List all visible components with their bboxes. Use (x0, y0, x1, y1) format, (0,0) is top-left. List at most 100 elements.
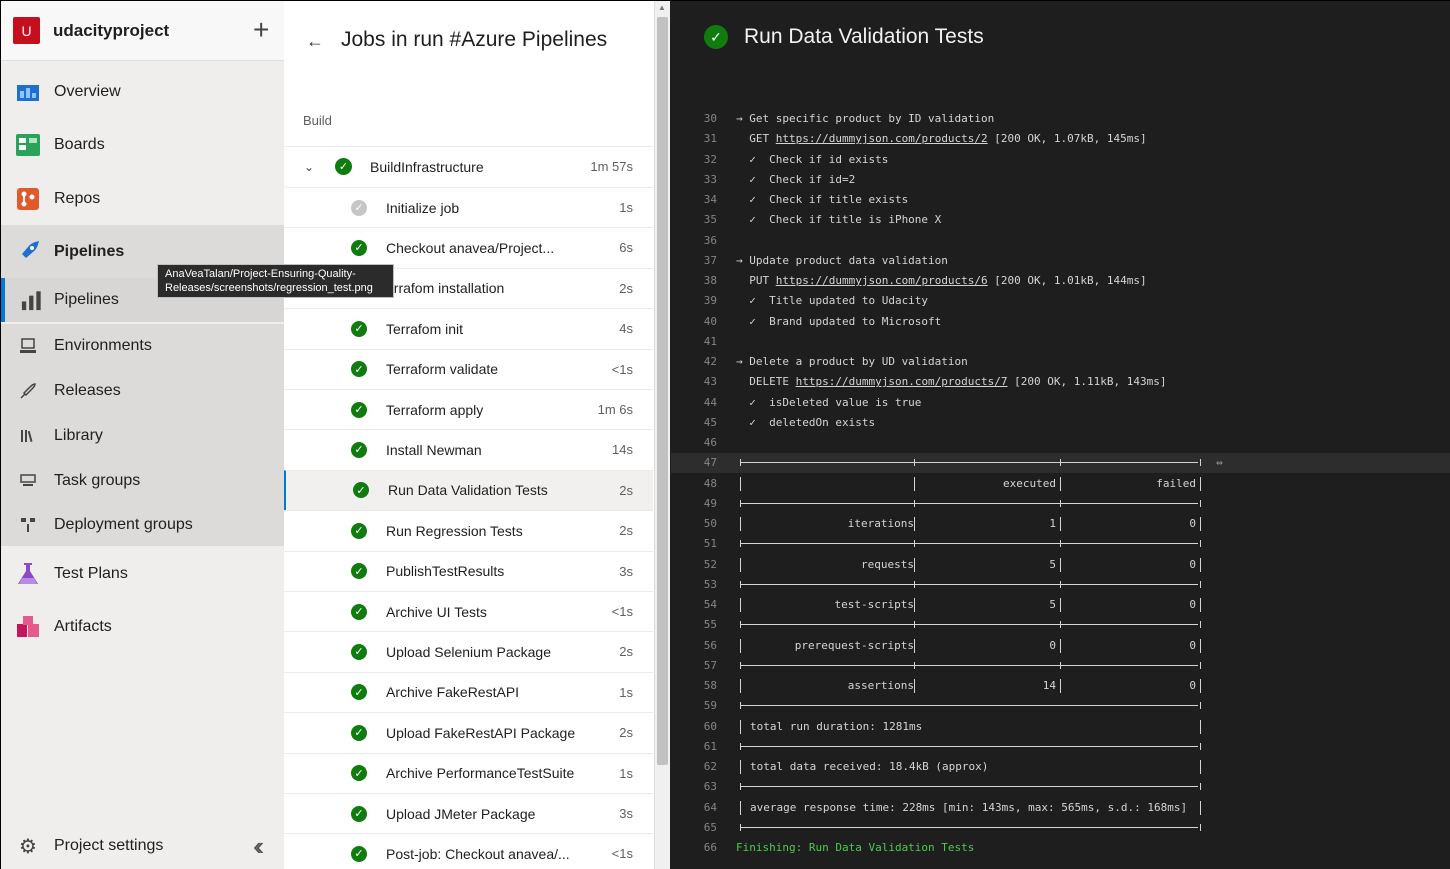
job-parent-row[interactable]: ⌄ ✓ BuildInfrastructure 1m 57s (284, 146, 653, 186)
org-avatar[interactable]: U (13, 17, 40, 44)
job-row[interactable]: ✓ PublishTestResults 3s (284, 550, 653, 591)
line-number: 45 (703, 415, 717, 429)
nav-repos-label: Repos (54, 190, 101, 207)
log-line: 42 → Delete a product by UD validation (671, 352, 1450, 372)
log-line: 43 DELETE https://dummyjson.com/products… (671, 372, 1450, 392)
boards-icon (16, 134, 40, 156)
nav-deployment-groups[interactable]: Deployment groups (1, 503, 285, 546)
jobs-title: Jobs in run #Azure Pipelines (341, 28, 608, 51)
table-rule (736, 494, 1202, 514)
request-url-link[interactable]: https://dummyjson.com/products/2 (776, 132, 988, 145)
line-number: 61 (703, 739, 717, 753)
rule-tick (740, 499, 741, 507)
table-rule (736, 453, 1202, 473)
success-check-icon: ✓ (351, 765, 367, 782)
log-text: GET https://dummyjson.com/products/2 [20… (736, 132, 1147, 146)
success-check-icon: ✓ (351, 643, 367, 660)
line-number: 58 (703, 679, 717, 692)
line-number: 56 (703, 638, 717, 652)
nav-releases-label: Releases (54, 381, 121, 399)
job-row[interactable]: ✓ Archive FakeRestAPI 1s (284, 671, 653, 712)
plus-icon[interactable]: + (253, 16, 269, 44)
rule-tick (1060, 499, 1061, 507)
project-settings[interactable]: ⚙ Project settings ‹‹ (1, 827, 285, 865)
jobs-panel: ← Jobs in run #Azure Pipelines Build ⌄ ✓… (284, 0, 670, 869)
column-bar (1060, 679, 1061, 693)
log-line: 58 assertions 14 0 (671, 676, 1450, 696)
nav-boards[interactable]: Boards (1, 127, 285, 163)
nav-test-plans[interactable]: Test Plans (1, 556, 285, 592)
job-name: Run Regression Tests (386, 522, 523, 539)
line-number: 33 (703, 172, 717, 186)
pending-check-icon: ✓ (351, 199, 367, 216)
success-check-icon: ✓ (704, 25, 728, 49)
rule-tick (1200, 621, 1201, 629)
rule-tick (740, 661, 741, 669)
success-check-icon: ✓ (351, 603, 367, 620)
nav-overview[interactable]: Overview (1, 74, 285, 110)
line-number: 62 (703, 760, 717, 773)
column-bar (1200, 719, 1201, 734)
finishing-text: Finishing: Run Data Validation Tests (736, 841, 975, 854)
line-number: 65 (703, 820, 717, 834)
rule-tick (740, 621, 741, 629)
log-line: 32 ✓ Check if id exists (671, 150, 1450, 170)
job-row[interactable]: ✓ Post-job: Checkout anavea/... <1s (284, 833, 653, 869)
rule-line (740, 705, 1198, 707)
back-arrow-icon[interactable]: ← (306, 31, 324, 52)
log-text: → Get specific product by ID validation (736, 112, 995, 125)
table-row: iterations 1 0 (736, 514, 1202, 534)
log-line: 59 (671, 696, 1450, 716)
column-bar (1060, 476, 1061, 491)
job-row[interactable]: ✓ Install Newman 14s (284, 429, 653, 469)
nav-repos[interactable]: Repos (1, 181, 285, 217)
nav-environments[interactable]: Environments (1, 324, 285, 368)
nav-task-groups[interactable]: Task groups (1, 458, 285, 503)
job-row[interactable]: ✓ Terrafom init 4s (284, 308, 653, 348)
table-cell: test-scripts (834, 598, 914, 611)
chevron-down-icon[interactable]: ⌄ (304, 160, 314, 174)
collapse-nav-icon[interactable]: ‹‹ (253, 831, 265, 862)
job-row[interactable]: ✓ Archive PerformanceTestSuite 1s (284, 752, 653, 793)
log-line: 63 (671, 777, 1450, 797)
request-url-link[interactable]: https://dummyjson.com/products/6 (776, 274, 988, 287)
table-cell: assertions (847, 679, 914, 692)
job-row[interactable]: ✓ Run Regression Tests 2s (284, 510, 653, 550)
line-number: 55 (703, 618, 717, 632)
stage-label: Build (303, 113, 332, 128)
job-row[interactable]: ✓ Terraform apply 1m 6s (284, 389, 653, 429)
job-row[interactable]: ✓ Upload JMeter Package 3s (284, 793, 653, 833)
job-row[interactable]: ✓ Initialize job 1s (284, 187, 653, 227)
job-duration: <1s (611, 604, 633, 619)
org-name[interactable]: udacityproject (53, 21, 169, 41)
request-url-link[interactable]: https://dummyjson.com/products/7 (796, 375, 1008, 388)
rule-tick (740, 823, 741, 831)
job-row[interactable]: ✓ Checkout anavea/Project... 6s (284, 227, 653, 267)
column-bar (740, 760, 741, 774)
job-row[interactable]: ✓ Upload FakeRestAPI Package 2s (284, 712, 653, 752)
nav-artifacts[interactable]: Artifacts (1, 609, 285, 645)
job-row[interactable]: ✓ Archive UI Tests <1s (284, 591, 653, 631)
scroll-up-arrow-icon[interactable]: ▲ (658, 3, 666, 12)
log-line: 66 Finishing: Run Data Validation Tests (671, 838, 1450, 858)
nav-library[interactable]: Library (1, 413, 285, 458)
nav-releases[interactable]: Releases (1, 368, 285, 413)
job-duration: 14s (612, 442, 633, 458)
table-row: requests 5 0 (736, 555, 1202, 575)
job-row[interactable]: ✓ Terraform validate <1s (284, 348, 653, 389)
link-icon[interactable]: ⇔ (1216, 453, 1223, 473)
scrollbar[interactable]: ▲ (654, 1, 670, 869)
scrollbar-thumb[interactable] (657, 17, 668, 765)
log-text: ✓ Check if id exists (736, 152, 889, 166)
job-name: Upload FakeRestAPI Package (386, 724, 576, 741)
column-bar (914, 638, 915, 653)
job-name: Archive UI Tests (386, 603, 487, 620)
log-line: 61 (671, 737, 1450, 757)
job-row[interactable]: ✓ Run Data Validation Tests 2s (284, 469, 653, 510)
success-check-icon: ✓ (351, 845, 367, 862)
job-row[interactable]: ✓ Upload Selenium Package 2s (284, 631, 653, 671)
success-check-icon: ✓ (335, 158, 352, 175)
table-rule (736, 777, 1202, 797)
rule-tick (1060, 621, 1061, 629)
table-cell: prerequest-scripts (794, 638, 914, 652)
